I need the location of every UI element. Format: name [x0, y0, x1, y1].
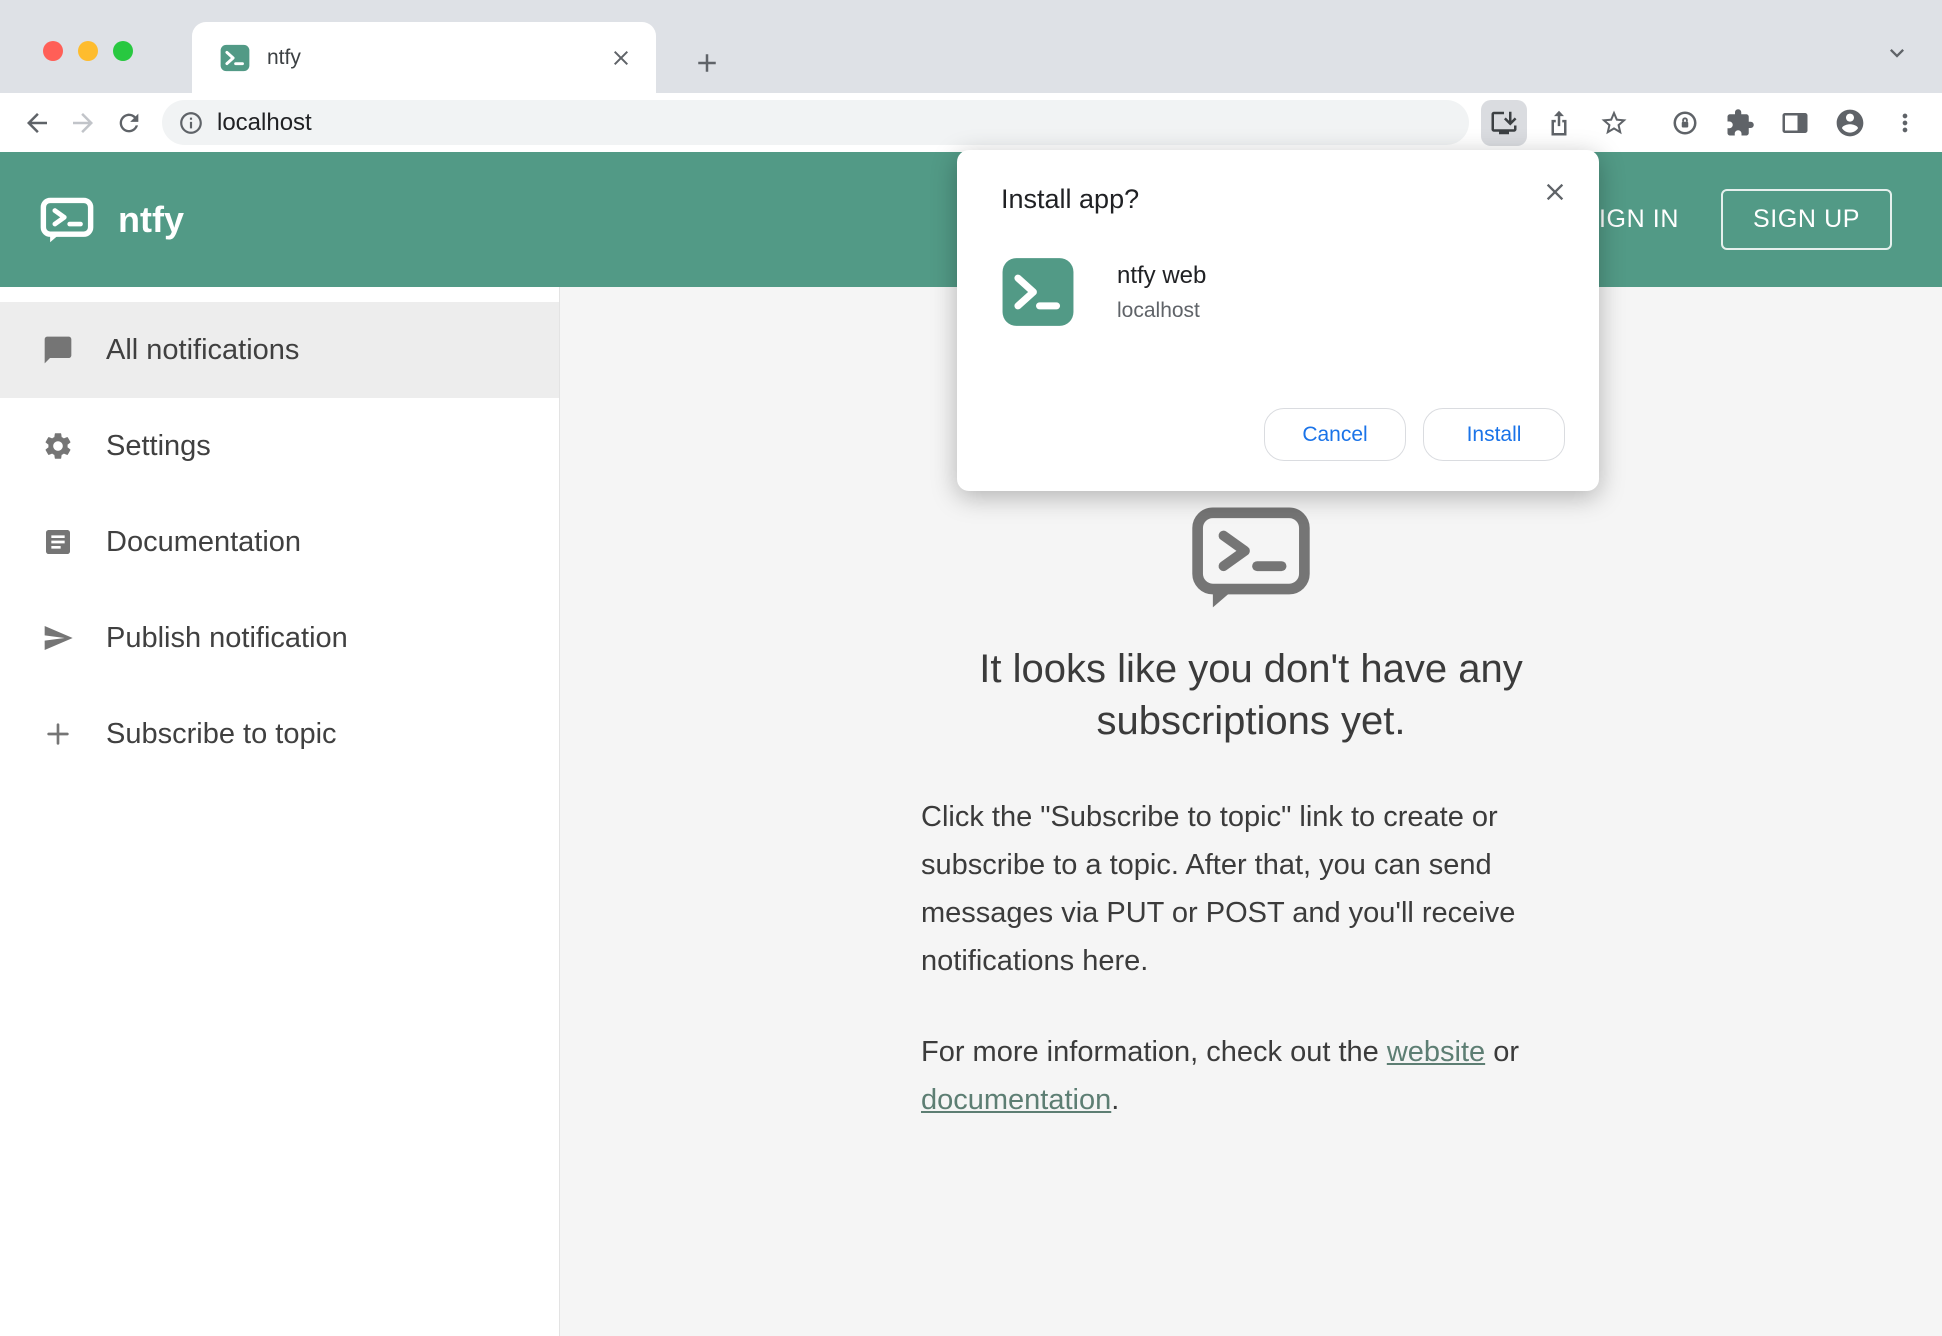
ntfy-empty-state-icon [1190, 505, 1312, 609]
more-info-prefix: For more information, check out the [921, 1036, 1387, 1068]
more-info-middle: or [1485, 1036, 1519, 1068]
install-app-text: ntfy web localhost [1117, 262, 1206, 323]
tab-strip: ntfy [0, 0, 1942, 93]
macos-traffic-lights [43, 41, 133, 61]
close-window-button[interactable] [43, 41, 63, 61]
install-app-name: ntfy web [1117, 262, 1206, 290]
url-text: localhost [217, 109, 312, 137]
ntfy-logo-icon [40, 197, 94, 243]
reload-button[interactable] [106, 100, 152, 146]
sidebar-item-settings[interactable]: Settings [0, 398, 559, 494]
sidebar-item-publish-notification[interactable]: Publish notification [0, 590, 559, 686]
document-icon [42, 526, 74, 558]
sidebar-item-label: Settings [106, 430, 211, 463]
navigation-bar: localhost [0, 93, 1942, 152]
chat-bubble-icon [42, 334, 74, 366]
sidebar-item-label: All notifications [106, 334, 299, 367]
sidebar-item-label: Subscribe to topic [106, 718, 337, 751]
sidebar-item-label: Documentation [106, 526, 301, 559]
sidebar: All notifications Settings Documentation… [0, 287, 560, 1336]
sidebar-item-all-notifications[interactable]: All notifications [0, 302, 559, 398]
profile-avatar-icon[interactable] [1827, 100, 1873, 146]
new-tab-button[interactable] [688, 44, 726, 82]
ntfy-favicon-icon [220, 43, 250, 73]
browser-tab[interactable]: ntfy [192, 22, 656, 93]
install-app-icon[interactable] [1481, 100, 1527, 146]
extensions-puzzle-icon[interactable] [1717, 100, 1763, 146]
brand-home-link[interactable]: ntfy [40, 197, 184, 243]
forward-button[interactable] [60, 100, 106, 146]
maximize-window-button[interactable] [113, 41, 133, 61]
minimize-window-button[interactable] [78, 41, 98, 61]
tab-search-chevron-icon[interactable] [1880, 36, 1914, 70]
toolbar-actions [1481, 100, 1928, 146]
bookmark-star-icon[interactable] [1591, 100, 1637, 146]
tab-title: ntfy [267, 46, 606, 70]
header-actions: SIGN IN SIGN UP [1582, 189, 1942, 250]
sidebar-item-label: Publish notification [106, 622, 348, 655]
install-app-origin: localhost [1117, 299, 1206, 323]
website-link[interactable]: website [1387, 1036, 1485, 1068]
sign-up-button[interactable]: SIGN UP [1721, 189, 1892, 250]
back-button[interactable] [14, 100, 60, 146]
share-icon[interactable] [1536, 100, 1582, 146]
sidebar-item-subscribe-to-topic[interactable]: Subscribe to topic [0, 686, 559, 782]
install-dialog-title: Install app? [1001, 184, 1565, 215]
install-button[interactable]: Install [1423, 408, 1565, 461]
empty-state-title: It looks like you don't have any subscri… [896, 643, 1606, 747]
cancel-button[interactable]: Cancel [1264, 408, 1406, 461]
address-bar[interactable]: localhost [162, 100, 1469, 145]
brand-name: ntfy [118, 199, 184, 241]
empty-state-paragraph: Click the "Subscribe to topic" link to c… [921, 793, 1581, 986]
documentation-link[interactable]: documentation [921, 1084, 1111, 1116]
gear-icon [42, 430, 74, 462]
plus-icon [42, 718, 74, 750]
dialog-close-icon[interactable] [1539, 176, 1571, 208]
password-manager-icon[interactable] [1662, 100, 1708, 146]
install-dialog-buttons: Cancel Install [1264, 408, 1565, 461]
sidebar-item-documentation[interactable]: Documentation [0, 494, 559, 590]
install-app-info: ntfy web localhost [1001, 255, 1565, 329]
site-info-icon[interactable] [178, 110, 204, 136]
install-app-dialog: Install app? ntfy web localhost Cancel I… [957, 150, 1599, 491]
browser-window: ntfy localhost [0, 0, 1942, 1336]
browser-menu-kebab-icon[interactable] [1882, 100, 1928, 146]
more-info-paragraph: For more information, check out the webs… [921, 1028, 1581, 1124]
ntfy-app-icon [1001, 255, 1075, 329]
tab-close-icon[interactable] [606, 43, 636, 73]
more-info-suffix: . [1111, 1084, 1119, 1116]
send-icon [42, 622, 74, 654]
side-panel-icon[interactable] [1772, 100, 1818, 146]
